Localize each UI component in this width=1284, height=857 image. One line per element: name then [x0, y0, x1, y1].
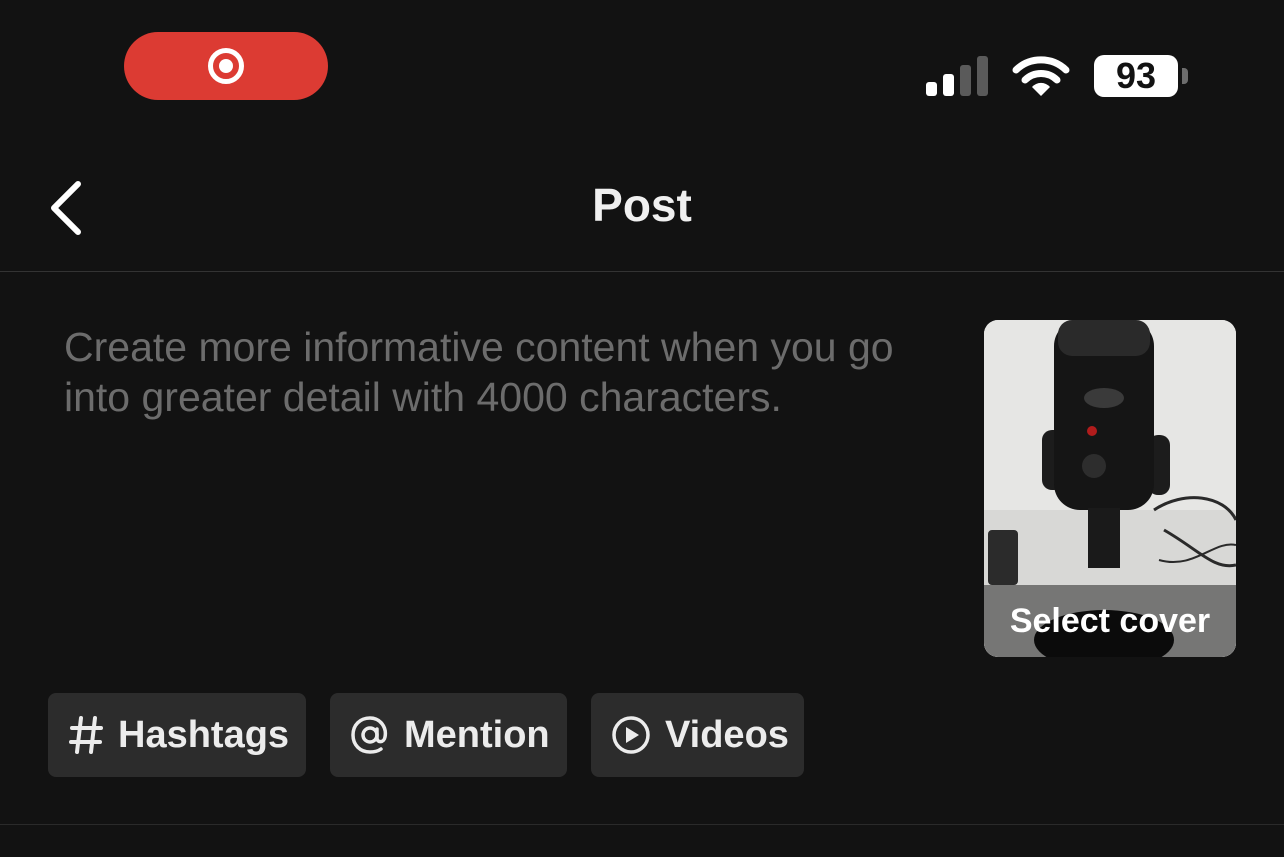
select-cover-label: Select cover — [1009, 602, 1211, 640]
hashtag-icon — [68, 715, 104, 755]
header-divider — [0, 271, 1284, 272]
mention-chip[interactable]: Mention — [330, 693, 567, 777]
page-title: Post — [592, 179, 692, 231]
hashtags-label: Hashtags — [118, 713, 290, 756]
record-icon — [208, 48, 244, 84]
select-cover-button[interactable]: Select cover — [984, 320, 1236, 657]
battery-icon: 93 — [1094, 55, 1190, 97]
wifi-icon — [1012, 56, 1070, 96]
mention-label: Mention — [404, 713, 550, 756]
post-screen: 93 Post Create more informative content … — [0, 0, 1284, 857]
caption-input[interactable]: Create more informative content when you… — [64, 322, 924, 642]
play-circle-icon — [611, 715, 651, 755]
videos-label: Videos — [665, 713, 789, 756]
hashtags-chip[interactable]: Hashtags — [48, 693, 306, 777]
videos-chip[interactable]: Videos — [591, 693, 804, 777]
battery-level: 93 — [1094, 55, 1178, 97]
bottom-divider — [0, 824, 1284, 825]
cellular-signal-icon — [926, 56, 988, 96]
at-icon — [350, 715, 390, 755]
screen-recording-indicator[interactable] — [124, 32, 328, 100]
